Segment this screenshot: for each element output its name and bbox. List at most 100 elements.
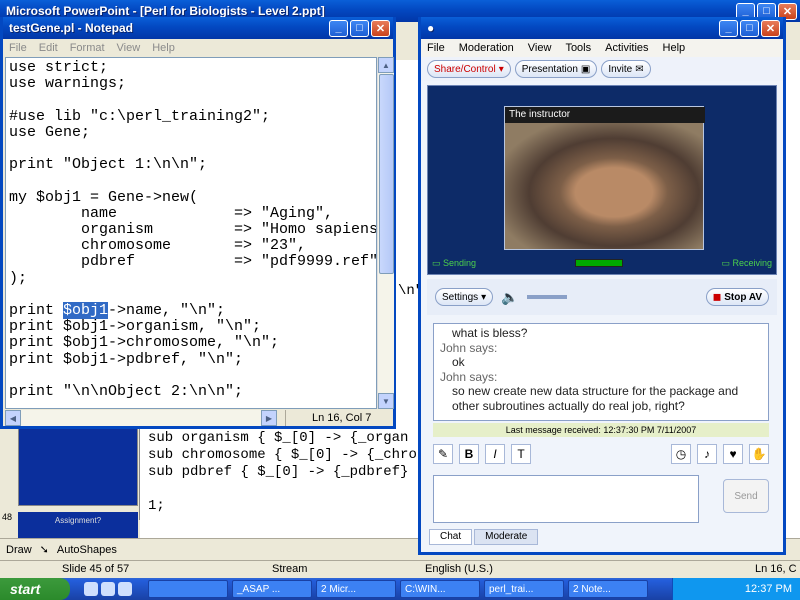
av-controls: Settings ▾ 🔈 ◼ Stop AV: [427, 279, 777, 315]
chat-sender: John says:: [440, 340, 498, 355]
start-button[interactable]: start: [0, 578, 70, 600]
speaker-icon[interactable]: 🔈: [501, 289, 518, 306]
slide-thumbnail[interactable]: [18, 428, 138, 506]
text-color-icon[interactable]: ✎: [433, 444, 453, 464]
cursor-position: Ln 16, Col 7: [285, 410, 393, 426]
quick-launch-icon[interactable]: [84, 582, 98, 596]
vertical-scrollbar[interactable]: ▲ ▼: [377, 57, 394, 409]
meeting-menu-bar: File Moderation View Tools Activities He…: [421, 39, 783, 57]
menu-moderation[interactable]: Moderation: [459, 42, 514, 54]
invite-button[interactable]: Invite ✉: [601, 60, 651, 78]
chat-message: ok: [452, 355, 465, 369]
taskbar-item[interactable]: _ASAP ...: [232, 580, 312, 598]
close-button[interactable]: ✕: [371, 19, 390, 37]
chat-format-toolbar: ✎ B I T ◷ ♪ ♥ ✋: [433, 443, 769, 465]
scroll-right-icon[interactable]: ▶: [261, 410, 277, 426]
meeting-window: ● _ □ ✕ File Moderation View Tools Activ…: [418, 17, 786, 555]
share-control-button[interactable]: Share/Control ▾: [427, 60, 511, 78]
tab-chat[interactable]: Chat: [429, 529, 473, 545]
position-indicator: Ln 16, C: [755, 563, 797, 575]
menu-help[interactable]: Help: [663, 42, 686, 54]
menu-edit[interactable]: Edit: [39, 42, 58, 54]
tab-moderate[interactable]: Moderate: [474, 529, 539, 545]
taskbar: start _ASAP ... 2 Micr... C:\WIN... perl…: [0, 578, 800, 600]
send-button[interactable]: Send: [723, 479, 769, 513]
menu-format[interactable]: Format: [70, 42, 105, 54]
taskbar-item[interactable]: 2 Micr...: [316, 580, 396, 598]
settings-label: Settings: [442, 291, 479, 303]
volume-slider[interactable]: [526, 295, 567, 299]
slide-thumbnails[interactable]: 48 Assignment?: [0, 420, 140, 540]
scroll-thumb[interactable]: [379, 74, 394, 274]
clock[interactable]: 12:37 PM: [745, 583, 792, 595]
menu-file[interactable]: File: [427, 42, 445, 54]
meeting-title-bar[interactable]: ● _ □ ✕: [421, 17, 783, 39]
quick-launch: [84, 582, 132, 596]
stop-av-button[interactable]: ◼ Stop AV: [705, 288, 769, 306]
quick-launch-icon[interactable]: [101, 582, 115, 596]
autoshapes-menu[interactable]: AutoShapes: [57, 544, 117, 556]
chat-input[interactable]: [433, 475, 699, 523]
quick-launch-icon[interactable]: [118, 582, 132, 596]
powerpoint-title: Microsoft PowerPoint - [Perl for Biologi…: [6, 4, 325, 18]
taskbar-item[interactable]: [148, 580, 228, 598]
emoticon-icon[interactable]: ♥: [723, 444, 743, 464]
raise-hand-icon[interactable]: ✋: [749, 444, 769, 464]
slide-thumbnail[interactable]: Assignment?: [18, 512, 138, 540]
meeting-toolbar: Share/Control ▾ Presentation ▣ Invite ✉: [421, 57, 783, 81]
settings-button[interactable]: Settings ▾: [435, 288, 494, 306]
scroll-up-icon[interactable]: ▲: [378, 57, 394, 73]
scroll-down-icon[interactable]: ▼: [378, 393, 394, 409]
receiving-status: ▭ Receiving: [721, 258, 772, 269]
minimize-button[interactable]: _: [329, 19, 348, 37]
camera-icon: ▭: [432, 257, 441, 268]
menu-view[interactable]: View: [528, 42, 552, 54]
italic-icon[interactable]: I: [485, 444, 505, 464]
invite-label: Invite: [608, 63, 633, 75]
scroll-left-icon[interactable]: ◀: [5, 410, 21, 426]
taskbar-item[interactable]: 2 Note...: [568, 580, 648, 598]
presentation-label: Presentation: [521, 63, 578, 75]
notepad-title: testGene.pl - Notepad: [9, 21, 134, 35]
sending-label: Sending: [443, 257, 477, 268]
video-panel: The instructor ▭ Sending ▭ Receiving: [427, 85, 777, 275]
bell-icon[interactable]: ♪: [697, 444, 717, 464]
draw-menu[interactable]: Draw: [6, 544, 32, 556]
chat-transcript[interactable]: what is bless? John says: ok John says: …: [433, 323, 769, 421]
video-status: ▭ Sending ▭ Receiving: [432, 256, 772, 270]
menu-tools[interactable]: Tools: [565, 42, 591, 54]
minimize-button[interactable]: _: [719, 19, 738, 37]
select-arrow-icon[interactable]: ➘: [40, 543, 49, 556]
envelope-icon: ✉: [635, 63, 644, 75]
last-message-status: Last message received: 12:37:30 PM 7/11/…: [433, 423, 769, 437]
maximize-button[interactable]: □: [740, 19, 759, 37]
maximize-button[interactable]: □: [350, 19, 369, 37]
notepad-editor[interactable]: use strict; use warnings; #use lib "c:\p…: [5, 57, 377, 409]
chat-message: so new create new data structure for the…: [452, 384, 739, 398]
notepad-title-bar[interactable]: testGene.pl - Notepad _ □ ✕: [3, 17, 393, 39]
audio-level-meter: [574, 259, 623, 267]
font-size-icon[interactable]: T: [511, 444, 531, 464]
meeting-title: ●: [427, 21, 435, 35]
close-button[interactable]: ✕: [761, 19, 780, 37]
slide-code: sub organism { $_[0] -> {_organ sub chro…: [148, 430, 417, 514]
history-icon[interactable]: ◷: [671, 444, 691, 464]
menu-file[interactable]: File: [9, 42, 27, 54]
menu-help[interactable]: Help: [152, 42, 175, 54]
video-frame: The instructor: [504, 106, 705, 250]
notepad-menu-bar: File Edit Format View Help: [3, 39, 393, 57]
horizontal-scrollbar[interactable]: ◀ ▶: [5, 410, 277, 426]
taskbar-item[interactable]: C:\WIN...: [400, 580, 480, 598]
presentation-button[interactable]: Presentation ▣: [514, 60, 598, 78]
powerpoint-status-bar: Slide 45 of 57 Stream English (U.S.) Ln …: [0, 560, 800, 578]
menu-activities[interactable]: Activities: [605, 42, 648, 54]
meeting-tabs: Chat Moderate: [429, 529, 781, 545]
system-tray: 12:37 PM: [672, 578, 800, 600]
webcam-video: [505, 123, 703, 249]
video-title: The instructor: [505, 107, 705, 123]
bold-icon[interactable]: B: [459, 444, 479, 464]
menu-view[interactable]: View: [117, 42, 141, 54]
taskbar-item[interactable]: perl_trai...: [484, 580, 564, 598]
dropdown-icon: ▾: [481, 291, 487, 303]
notepad-window: testGene.pl - Notepad _ □ ✕ File Edit Fo…: [0, 17, 396, 429]
